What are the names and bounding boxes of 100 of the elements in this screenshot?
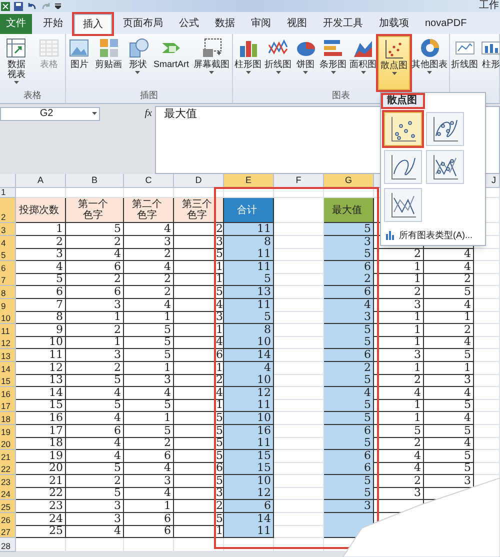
ribbon-tab[interactable]: 公式 (174, 14, 204, 34)
spreadsheet-app-icon (1, 2, 10, 10)
ribbon-button[interactable]: 柱形图 (233, 36, 263, 90)
ribbon-tab[interactable]: 加载项 (374, 14, 414, 34)
row-header[interactable]: 8 (0, 286, 16, 299)
column-header[interactable]: A (16, 174, 66, 188)
row-header[interactable]: 27 (0, 525, 16, 538)
row-header[interactable]: 28 (0, 538, 16, 552)
row-header[interactable]: 4 (0, 236, 16, 249)
table-cell: 5 (324, 336, 374, 350)
table-cell: 3 (66, 298, 124, 312)
ribbon-button[interactable]: 饼图 (293, 36, 318, 90)
column-header[interactable]: B (66, 174, 124, 188)
table-cell (474, 260, 500, 274)
ribbon-button[interactable]: SmartArt (151, 36, 192, 90)
table-cell (474, 450, 500, 463)
row-header[interactable]: 22 (0, 462, 16, 476)
table-cell: 6 (324, 260, 374, 274)
row-header[interactable]: 7 (0, 273, 16, 286)
window-title: 工作 (479, 0, 499, 12)
chart-type-option[interactable] (426, 112, 464, 146)
table-cell: 2 (424, 273, 474, 286)
table-cell: 24 (16, 512, 66, 526)
row-header[interactable]: 13 (0, 348, 16, 362)
ribbon-tab[interactable]: novaPDF (420, 14, 472, 34)
menu-item[interactable]: 所有图表类型(A)... (381, 228, 485, 242)
chart-type-option[interactable] (384, 150, 422, 184)
table-cell: 1 (124, 500, 174, 514)
ribbon-button[interactable]: 散点图 (378, 36, 410, 90)
row-header[interactable]: 25 (0, 500, 16, 514)
column-header[interactable]: G (324, 174, 374, 188)
row-header[interactable]: 2 (0, 198, 16, 223)
name-box[interactable]: G2 (0, 106, 100, 120)
chart-type-option[interactable] (384, 112, 422, 146)
row-header[interactable]: 3 (0, 223, 16, 236)
ribbon-button[interactable]: 形状 (124, 36, 152, 90)
row-header[interactable]: 23 (0, 474, 16, 488)
column-header[interactable]: C (124, 174, 174, 188)
table-cell: 6 (324, 450, 374, 463)
table-cell: 3 (124, 374, 174, 388)
ribbon-tab[interactable]: 开始 (38, 14, 68, 34)
row-header[interactable]: 10 (0, 311, 16, 324)
table-cell (474, 348, 500, 362)
row-header[interactable]: 15 (0, 374, 16, 388)
row-header[interactable]: 19 (0, 424, 16, 438)
table-cell (474, 273, 500, 286)
ribbon-button[interactable]: 柱形 (479, 36, 500, 90)
function-button[interactable]: fx (144, 106, 152, 121)
ribbon-tab[interactable]: 审阅 (246, 14, 276, 34)
ribbon-button[interactable]: 条形图 (318, 36, 348, 90)
ribbon-button[interactable]: 图片 (66, 36, 93, 90)
table-cell: 5 (324, 487, 374, 500)
table-cell: 1 (374, 273, 424, 286)
row-header[interactable]: 9 (0, 298, 16, 312)
row-header[interactable]: 21 (0, 450, 16, 463)
save-icon[interactable] (14, 2, 23, 10)
row-header[interactable]: 18 (0, 412, 16, 425)
table-cell: 4 (66, 450, 124, 463)
table-cell: 22 (16, 487, 66, 500)
ribbon-tab[interactable]: 视图 (282, 14, 312, 34)
table-cell: 4 (16, 260, 66, 274)
table-cell: 5 (424, 348, 474, 362)
header-cell: 第三个 色字 (174, 198, 224, 223)
row-header[interactable]: 12 (0, 336, 16, 350)
ribbon-button[interactable]: 数据 视表 (0, 36, 32, 90)
table-cell: 5 (66, 399, 124, 412)
customize-toolbar-icon[interactable] (55, 3, 61, 9)
ribbon-tab[interactable]: 数据 (210, 14, 240, 34)
chart-type-option[interactable] (426, 150, 464, 184)
table-cell: 10 (16, 336, 66, 350)
table-cell: 5 (66, 223, 124, 236)
row-header[interactable]: 17 (0, 399, 16, 412)
table-cell: 1 (374, 336, 424, 350)
table-cell: 5 (324, 324, 374, 337)
file-tab[interactable]: 文件 (0, 14, 32, 34)
column-header[interactable]: E (224, 174, 274, 188)
row-header[interactable]: 11 (0, 324, 16, 337)
row-header[interactable]: 20 (0, 437, 16, 450)
row-header[interactable]: 1 (0, 188, 16, 198)
table-cell: 3 (124, 236, 174, 249)
chart-type-option[interactable] (384, 188, 422, 222)
table-cell: 11 (224, 437, 274, 450)
row-header[interactable]: 16 (0, 386, 16, 400)
ribbon-tab[interactable]: 插入 (74, 14, 112, 34)
table-cell (474, 298, 500, 312)
row-header[interactable]: 26 (0, 512, 16, 526)
table-cell (174, 538, 224, 552)
ribbon-button[interactable]: 折线图 (263, 36, 293, 90)
undo-icon[interactable] (27, 2, 37, 10)
row-header[interactable]: 5 (0, 248, 16, 262)
ribbon-tab[interactable]: 页面布局 (118, 14, 168, 34)
row-header[interactable]: 6 (0, 260, 16, 274)
row-header[interactable]: 14 (0, 362, 16, 375)
table-cell: 5 (324, 412, 374, 425)
ribbon-button[interactable]: 折线图 (450, 36, 479, 90)
ribbon-button[interactable]: 屏幕截图 (191, 36, 232, 90)
row-header[interactable]: 24 (0, 487, 16, 500)
table-cell: 3 (324, 236, 374, 249)
ribbon-tab[interactable]: 开发工具 (318, 14, 368, 34)
ribbon-button[interactable]: 剪贴画 (92, 36, 124, 90)
